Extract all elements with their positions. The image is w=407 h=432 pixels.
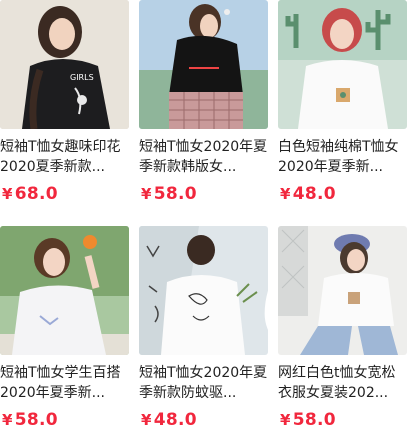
price-value: 58.0	[292, 410, 336, 430]
currency-symbol: ¥	[2, 411, 13, 429]
product-image[interactable]	[139, 226, 268, 355]
currency-symbol: ¥	[141, 411, 152, 429]
price-value: 48.0	[153, 410, 197, 430]
product-price: ¥58.0	[280, 410, 336, 430]
product-title[interactable]: 短袖T恤女学生百搭2020年夏季新...	[0, 363, 129, 403]
product-price: ¥58.0	[141, 184, 197, 204]
svg-text:GIRLS: GIRLS	[70, 73, 94, 82]
currency-symbol: ¥	[280, 185, 291, 203]
product-price: ¥48.0	[280, 184, 336, 204]
product-price: ¥68.0	[2, 184, 58, 204]
product-price: ¥58.0	[2, 410, 58, 430]
product-image[interactable]: GIRLS	[0, 0, 129, 129]
product-grid: GIRLS 短袖T恤女趣味印花2020夏季新款... ¥68.0 短袖T恤女20…	[0, 0, 407, 432]
product-price: ¥48.0	[141, 410, 197, 430]
currency-symbol: ¥	[2, 185, 13, 203]
currency-symbol: ¥	[280, 411, 291, 429]
mosquito-repellent-badge-icon	[264, 290, 268, 330]
product-title[interactable]: 短袖T恤女趣味印花2020夏季新款...	[0, 137, 129, 177]
price-value: 58.0	[14, 410, 58, 430]
product-title[interactable]: 白色短袖纯棉T恤女2020年夏季新...	[278, 137, 407, 177]
product-title[interactable]: 短袖T恤女2020年夏季新款韩版女...	[139, 137, 268, 177]
currency-symbol: ¥	[141, 185, 152, 203]
product-image[interactable]	[278, 0, 407, 129]
product-image[interactable]	[278, 226, 407, 355]
product-title[interactable]: 短袖T恤女2020年夏季新款防蚊驱...	[139, 363, 268, 403]
price-value: 48.0	[292, 184, 336, 204]
product-title[interactable]: 网红白色t恤女宽松衣服女夏装202...	[278, 363, 407, 403]
product-image[interactable]	[0, 226, 129, 355]
price-value: 68.0	[14, 184, 58, 204]
product-image[interactable]	[139, 0, 268, 129]
price-value: 58.0	[153, 184, 197, 204]
